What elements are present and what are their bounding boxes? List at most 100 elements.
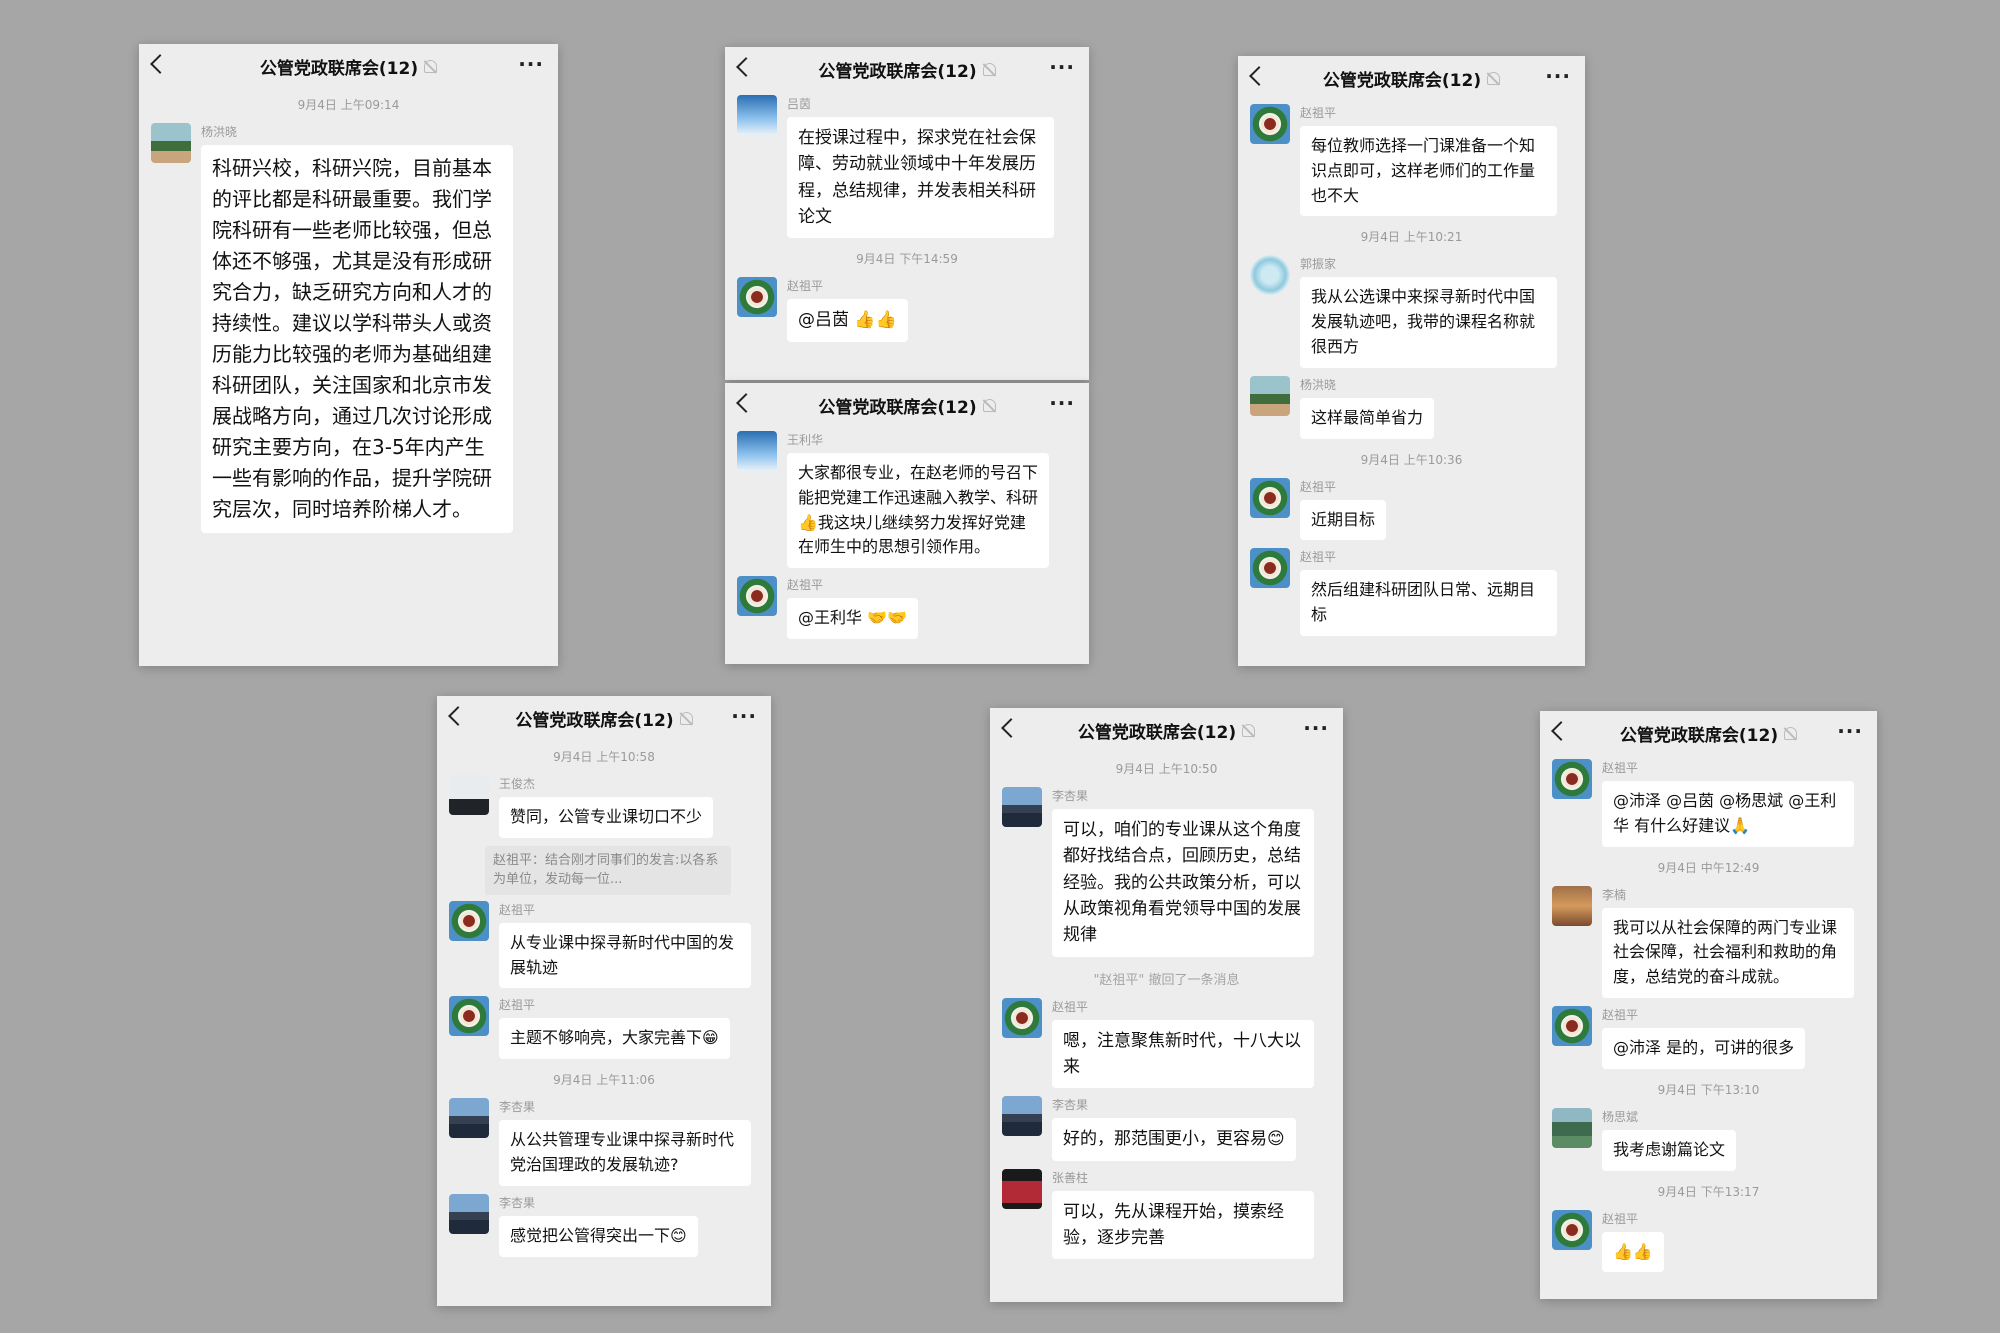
message-list[interactable]: 9月4日 上午10:50 李杏果 可以，咱们的专业课从这个角度都好找结合点，回顾历史… xyxy=(990,760,1343,1263)
avatar[interactable] xyxy=(737,277,777,318)
timestamp: 9月4日 下午14:59 xyxy=(856,252,958,267)
message-bubble[interactable]: 从公共管理专业课中探寻新时代党治国理政的发展轨迹? xyxy=(499,1120,751,1186)
avatar[interactable] xyxy=(1250,548,1290,589)
message-bubble[interactable]: 科研兴校，科研兴院，目前基本的评比都是科研最重要。我们学院科研有一些老师比较强，… xyxy=(201,145,513,533)
message-bubble[interactable]: 每位教师选择一门课准备一个知识点即可，这样老师们的工作量也不大 xyxy=(1300,126,1557,217)
message-body: 赵祖平 近期目标 xyxy=(1300,478,1387,541)
message-list[interactable]: 9月4日 上午09:14 杨洪晓 科研兴校，科研兴院，目前基本的评比都是科研最重要。… xyxy=(139,96,558,537)
more-options-icon[interactable]: ··· xyxy=(1049,55,1075,79)
message-bubble[interactable]: 然后组建科研团队日常、远期目标 xyxy=(1300,570,1557,636)
message-bubble[interactable]: @王利华 🤝🤝 xyxy=(787,598,918,639)
message-bubble[interactable]: 赞同，公管专业课切口不少 xyxy=(499,797,714,838)
avatar[interactable] xyxy=(1250,375,1290,416)
avatar[interactable] xyxy=(1002,1096,1042,1137)
back-arrow-icon[interactable] xyxy=(736,393,756,413)
recall-notice: "赵祖平" 撤回了一条消息 xyxy=(1093,972,1240,988)
chat-header: 公管党政联席会(12) ··· xyxy=(1238,56,1585,100)
back-arrow-icon[interactable] xyxy=(1249,66,1269,86)
back-arrow-icon[interactable] xyxy=(150,54,170,74)
message-bubble[interactable]: 我考虑谢篇论文 xyxy=(1602,1129,1737,1171)
avatar[interactable] xyxy=(737,95,777,135)
avatar[interactable] xyxy=(1552,885,1592,926)
message-row: 杨思斌 我考虑谢篇论文 xyxy=(1540,1104,1877,1175)
message-bubble[interactable]: 可以，先从课程开始，摸索经验，逐步完善 xyxy=(1052,1190,1314,1260)
chat-header: 公管党政联席会(12) ··· xyxy=(725,383,1089,427)
back-arrow-icon[interactable] xyxy=(1001,718,1021,738)
avatar[interactable] xyxy=(151,123,191,163)
avatar[interactable] xyxy=(1002,787,1042,827)
more-options-icon[interactable]: ··· xyxy=(731,704,757,728)
more-options-icon[interactable]: ··· xyxy=(518,52,544,76)
message-bubble[interactable]: 👍👍 xyxy=(1602,1231,1664,1273)
message-list[interactable]: 赵祖平 每位教师选择一门课准备一个知识点即可，这样老师们的工作量也不大 9月4日 上… xyxy=(1238,100,1585,640)
back-arrow-icon[interactable] xyxy=(736,57,756,77)
message-bubble[interactable]: 我从公选课中来探寻新时代中国发展轨迹吧，我带的课程名称就很西方 xyxy=(1300,277,1557,368)
message-row: 郭振家 我从公选课中来探寻新时代中国发展轨迹吧，我带的课程名称就很西方 xyxy=(1238,251,1585,371)
message-bubble[interactable]: 从专业课中探寻新时代中国的发展轨迹 xyxy=(499,922,751,989)
avatar[interactable] xyxy=(1552,1005,1592,1046)
sender-name: 赵祖平 xyxy=(1052,999,1089,1014)
more-options-icon[interactable]: ··· xyxy=(1303,716,1329,740)
message-bubble[interactable]: 大家都很专业，在赵老师的号召下能把党建工作迅速融入教学、科研👍我这块儿继续努力发… xyxy=(787,453,1049,569)
timestamp: 9月4日 下午13:10 xyxy=(1657,1082,1760,1097)
seal-emblem-icon xyxy=(1261,559,1279,578)
quoted-message[interactable]: 赵祖平：结合刚才同事们的发言:以各系为单位，发动每一位... xyxy=(485,845,731,895)
message-bubble[interactable]: @沛泽 是的，可讲的很多 xyxy=(1602,1027,1806,1069)
timestamp: 9月4日 上午10:36 xyxy=(1360,452,1463,467)
message-body: 杨思斌 我考虑谢篇论文 xyxy=(1602,1108,1737,1171)
more-options-icon[interactable]: ··· xyxy=(1837,719,1863,743)
more-options-icon[interactable]: ··· xyxy=(1545,64,1571,88)
message-body: 郭振家 我从公选课中来探寻新时代中国发展轨迹吧，我带的课程名称就很西方 xyxy=(1300,255,1557,368)
sender-name: 李杏果 xyxy=(499,1100,536,1115)
avatar[interactable] xyxy=(449,996,489,1037)
message-body: 李楠 我可以从社会保障的两门专业课社会保障，社会福利和救助的角度，总结党的奋斗成就… xyxy=(1602,886,1854,998)
back-arrow-icon[interactable] xyxy=(1551,721,1571,741)
message-bubble[interactable]: 我可以从社会保障的两门专业课社会保障，社会福利和救助的角度，总结党的奋斗成就。 xyxy=(1602,907,1854,998)
message-bubble[interactable]: 在授课过程中，探求党在社会保障、劳动就业领域中十年发展历程，总结规律，并发表相关… xyxy=(787,117,1054,239)
message-bubble[interactable]: 嗯，注意聚焦新时代，十八大以来 xyxy=(1052,1019,1314,1089)
avatar[interactable] xyxy=(449,1193,489,1234)
chat-screen-3: 公管党政联席会(12) ··· 王利华 大家都很专业，在赵老师的号召下能把党建工作… xyxy=(725,383,1089,664)
avatar[interactable] xyxy=(1552,1107,1592,1148)
message-row: 赵祖平 @王利华 🤝🤝 xyxy=(725,572,1089,643)
message-body: 王利华 大家都很专业，在赵老师的号召下能把党建工作迅速融入教学、科研👍我这块儿继续… xyxy=(787,431,1049,569)
avatar[interactable] xyxy=(1250,104,1290,144)
message-bubble[interactable]: @沛泽 @吕茵 @杨思斌 @王利华 有什么好建议🙏 xyxy=(1602,781,1854,847)
avatar[interactable] xyxy=(449,1098,489,1139)
chat-title: 公管党政联席会(12) xyxy=(1322,70,1482,91)
message-list[interactable]: 赵祖平 @沛泽 @吕茵 @杨思斌 @王利华 有什么好建议🙏 9月4日 中午12:49… xyxy=(1540,755,1877,1276)
message-bubble[interactable]: 主题不够响亮，大家完善下😁 xyxy=(499,1018,730,1060)
message-body: 赵祖平 @沛泽 是的，可讲的很多 xyxy=(1602,1006,1806,1069)
avatar[interactable] xyxy=(449,900,489,941)
message-body: 赵祖平 从专业课中探寻新时代中国的发展轨迹 xyxy=(499,901,751,989)
message-bubble[interactable]: 可以，咱们的专业课从这个角度都好找结合点，回顾历史，总结经验。我的公共政策分析，… xyxy=(1052,809,1314,957)
avatar[interactable] xyxy=(737,576,777,617)
message-row: 李楠 我可以从社会保障的两门专业课社会保障，社会福利和救助的角度，总结党的奋斗成就… xyxy=(1540,882,1877,1002)
avatar[interactable] xyxy=(1250,477,1290,518)
message-bubble[interactable]: 好的，那范围更小，更容易😊 xyxy=(1052,1118,1296,1161)
message-bubble[interactable]: @吕茵 👍👍 xyxy=(787,299,908,342)
avatar[interactable] xyxy=(1250,255,1290,296)
avatar[interactable] xyxy=(1002,997,1042,1038)
avatar[interactable] xyxy=(1552,1209,1592,1250)
sender-name: 赵祖平 xyxy=(787,279,824,294)
message-bubble[interactable]: 感觉把公管得突出一下😊 xyxy=(499,1215,698,1257)
mute-bell-icon xyxy=(679,711,693,725)
sender-name: 赵祖平 xyxy=(1602,1211,1639,1226)
chat-screen-7: 公管党政联席会(12) ··· 赵祖平 @沛泽 @吕茵 @杨思斌 @王利华 有什么… xyxy=(1540,711,1877,1299)
seal-emblem-icon xyxy=(1563,1220,1581,1239)
message-list[interactable]: 吕茵 在授课过程中，探求党在社会保障、劳动就业领域中十年发展历程，总结规律，并发表… xyxy=(725,91,1089,346)
more-options-icon[interactable]: ··· xyxy=(1049,391,1075,415)
sender-name: 赵祖平 xyxy=(499,998,536,1013)
message-bubble[interactable]: 近期目标 xyxy=(1300,499,1387,541)
avatar[interactable] xyxy=(1002,1168,1042,1209)
message-list[interactable]: 王利华 大家都很专业，在赵老师的号召下能把党建工作迅速融入教学、科研👍我这块儿继续… xyxy=(725,427,1089,643)
message-bubble[interactable]: 这样最简单省力 xyxy=(1300,397,1435,439)
message-body: 赵祖平 @王利华 🤝🤝 xyxy=(787,576,918,639)
message-row: 杨洪晓 科研兴校，科研兴院，目前基本的评比都是科研最重要。我们学院科研有一些老师比… xyxy=(139,119,558,537)
back-arrow-icon[interactable] xyxy=(448,706,468,726)
avatar[interactable] xyxy=(1552,759,1592,799)
avatar[interactable] xyxy=(449,775,489,815)
avatar[interactable] xyxy=(737,431,777,471)
message-list[interactable]: 9月4日 上午10:58 王俊杰 赞同，公管专业课切口不少 赵祖平：结合刚才同事们的发… xyxy=(437,748,771,1261)
